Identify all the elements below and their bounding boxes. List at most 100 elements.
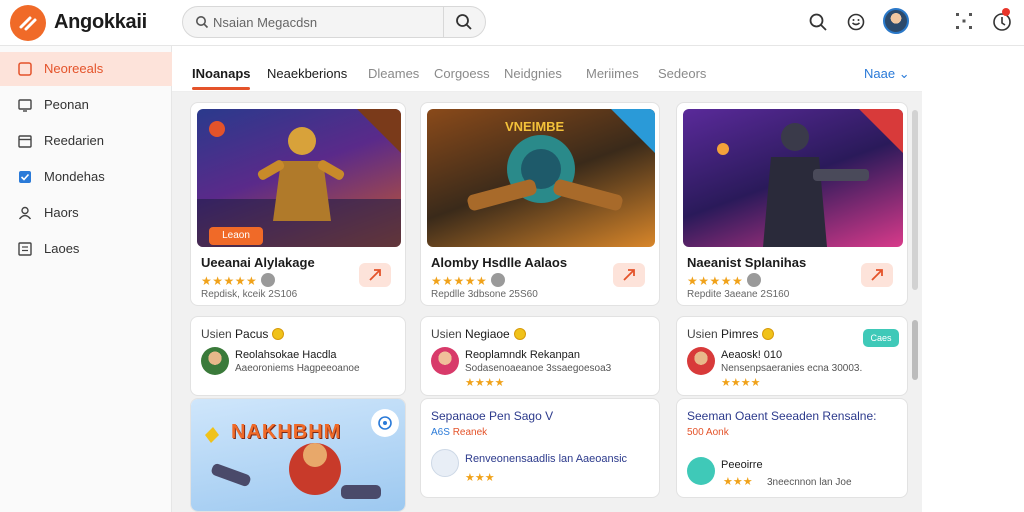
user-avatar[interactable]: [883, 8, 909, 34]
sidebar-item-haors[interactable]: Haors: [0, 196, 172, 230]
list-card-title: Sepanaoe Pen Sago V: [431, 409, 554, 423]
search-divider: [443, 7, 444, 37]
game-card[interactable]: Leaon Ueeanai Alylakage ★★★★★ Repdisk, k…: [190, 102, 406, 306]
rating-badge-icon: [261, 273, 276, 287]
active-tab-indicator: [192, 87, 250, 90]
search-icon: [195, 15, 209, 34]
sidebar-item-laoes[interactable]: Laoes: [0, 232, 172, 266]
sidebar-item-label: Haors: [44, 205, 79, 220]
grid-icon: [18, 62, 32, 76]
list-icon: [18, 242, 32, 256]
tab-corgoess[interactable]: Corgoess: [434, 66, 490, 81]
sidebar-item-label: Neoreeals: [44, 61, 104, 76]
heading-prefix: Usien: [201, 327, 232, 341]
player-card-heading: Usien Negiaoe: [431, 327, 526, 341]
rating-stars-text: ★★★★★: [201, 274, 258, 288]
notification-bell-icon[interactable]: [992, 12, 1012, 37]
tab-sedeors[interactable]: Sedeors: [658, 66, 706, 81]
player-card[interactable]: Usien Pacus Reolahsokae Hacdla Aaeoronie…: [190, 316, 406, 396]
game-artwork: VNEIMBE: [427, 109, 655, 247]
game-card[interactable]: Naeanist Splanihas ★★★★★ Repdite 3aeane …: [676, 102, 908, 306]
top-bar: Angokkaii Nsaian Megacdsn: [0, 0, 1024, 46]
list-card-subtitle: A6S Reanek: [431, 427, 487, 438]
rating-stars-text: ★★★★★: [431, 274, 488, 288]
tabs-more-dropdown[interactable]: Naae ⌄: [864, 66, 910, 82]
search-icon[interactable]: [808, 12, 828, 37]
game-title: Naeanist Splanihas: [687, 255, 807, 270]
rating-stars-text: ★★★★★: [687, 274, 744, 288]
tab-inoanaps[interactable]: INoanaps: [192, 66, 251, 81]
sidebar-item-reedarien[interactable]: Reedarien: [0, 124, 172, 158]
sidebar-item-neoreeals[interactable]: Neoreeals: [0, 52, 172, 86]
app-name: Angokkaii: [54, 11, 147, 33]
player-title: Aeaosk! 010: [721, 349, 783, 361]
rating-stars: ★★★★★: [201, 273, 276, 288]
scrollbar-thumb[interactable]: [912, 320, 918, 380]
featured-game-card[interactable]: NAKHBHM: [190, 398, 406, 512]
list-card-subtitle: 500 Aonk: [687, 427, 729, 438]
card-action-button[interactable]: [359, 263, 391, 287]
game-meta: Repdite 3aeane 2S160: [687, 289, 790, 300]
play-button[interactable]: Leaon: [209, 227, 263, 245]
heading-name: Pacus: [235, 327, 269, 341]
search-button-icon[interactable]: [455, 13, 473, 36]
rating-stars: ★★★★: [721, 377, 761, 389]
sidebar-item-mondehas[interactable]: Mondehas: [0, 160, 172, 194]
list-item-title: Renveonensaadlis lan Aaeoansic: [465, 453, 628, 465]
list-item-subtitle: 3neecnnon lan Joe: [767, 477, 852, 488]
message-icon[interactable]: [846, 12, 866, 37]
sidebar: Neoreeals Peonan Reedarien Mondehas Haor…: [0, 46, 172, 512]
heading-prefix: Usien: [431, 327, 462, 341]
sidebar-item-label: Peonan: [44, 97, 89, 112]
expand-arrow-icon: [623, 269, 635, 281]
heading-prefix: Usien: [687, 327, 718, 341]
card-action-button[interactable]: [861, 263, 893, 287]
chat-bubble-icon[interactable]: [371, 409, 399, 437]
rating-stars: ★★★★★: [431, 273, 506, 288]
tab-dleames[interactable]: Dleames: [368, 66, 419, 81]
list-card[interactable]: Seeman Oaent Seeaden Rensalne: 500 Aonk …: [676, 398, 908, 498]
list-card[interactable]: Sepanaoe Pen Sago V A6S Reanek Renveonen…: [420, 398, 660, 498]
rating-badge-icon: [747, 273, 762, 287]
checkbox-icon: [18, 170, 32, 184]
game-meta: Repdlle 3dbsone 25S60: [431, 289, 538, 300]
player-card[interactable]: Usien Negiaoe Reoplamndk Rekanpan Sodase…: [420, 316, 660, 396]
game-meta: Repdisk, kceik 2S106: [201, 289, 298, 300]
tab-neaekberions[interactable]: Neaekberions: [267, 66, 347, 81]
tab-meriimes[interactable]: Meriimes: [586, 66, 639, 81]
calendar-icon: [18, 134, 32, 148]
player-card[interactable]: Usien Pimres Caes Aeaosk! 010 Nensenpsae…: [676, 316, 908, 396]
heading-name: Negiaoe: [465, 327, 510, 341]
search-input[interactable]: Nsaian Megacdsn: [213, 15, 317, 30]
sidebar-item-peonan[interactable]: Peonan: [0, 88, 172, 122]
player-avatar: [687, 347, 715, 375]
list-item-icon: [431, 449, 459, 477]
player-card-heading: Usien Pacus: [201, 327, 285, 341]
tab-neidgnies[interactable]: Neidgnies: [504, 66, 562, 81]
app-logo-icon[interactable]: [10, 5, 46, 41]
rating-stars: ★★★: [723, 476, 753, 488]
coin-icon: [762, 328, 775, 340]
card-action-button[interactable]: [613, 263, 645, 287]
rating-stars: ★★★★★: [687, 273, 762, 288]
rating-stars: ★★★: [465, 472, 495, 484]
player-card-heading: Usien Pimres: [687, 327, 775, 341]
sidebar-item-label: Mondehas: [44, 169, 105, 184]
expand-arrow-icon: [871, 269, 883, 281]
subtitle-label: Reanek: [452, 427, 488, 438]
sidebar-item-label: Reedarien: [44, 133, 104, 148]
scrollbar-track[interactable]: [912, 110, 918, 290]
apps-grid-icon[interactable]: [955, 12, 973, 35]
list-item-title: Peeoirre: [721, 459, 763, 471]
game-card[interactable]: VNEIMBE Alomby Hsdlle Aalaos ★★★★★ Repdl…: [420, 102, 660, 306]
player-title: Reolahsokae Hacdla: [235, 349, 337, 361]
monitor-icon: [18, 98, 32, 112]
featured-artwork: NAKHBHM: [191, 399, 405, 511]
game-art-title: VNEIMBE: [505, 119, 565, 134]
teal-action-button[interactable]: Caes: [863, 329, 899, 347]
player-avatar: [201, 347, 229, 375]
search-bar[interactable]: Nsaian Megacdsn: [182, 6, 486, 38]
category-tabs: INoanaps Neaekberions Dleames Corgoess N…: [172, 46, 922, 92]
subtitle-label: Aonk: [705, 427, 729, 438]
subtitle-code: 500: [687, 427, 704, 438]
